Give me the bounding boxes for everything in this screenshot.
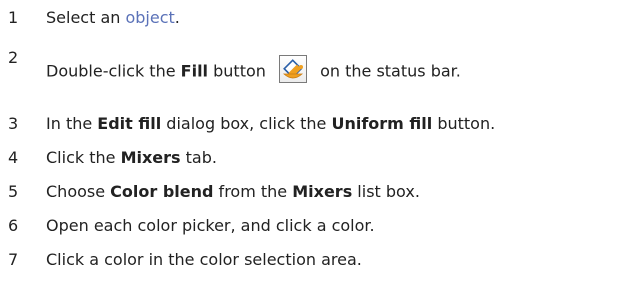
step-text: Choose Color blend from the Mixers list … [46, 182, 420, 202]
step-text-part: list box. [352, 182, 420, 201]
step-text: Click the Mixers tab. [46, 148, 217, 168]
step-number: 2 [8, 48, 19, 67]
step-text-part: dialog box, click the [161, 114, 332, 133]
step-number: 1 [8, 8, 19, 27]
uniform-fill-label: Uniform fill [331, 114, 433, 133]
step-text-part: Choose [46, 182, 111, 201]
fill-bucket-icon[interactable] [279, 55, 307, 83]
step-text: In the Edit fill dialog box, click the U… [46, 114, 495, 134]
edit-fill-label: Edit fill [97, 114, 162, 133]
mixers-tab-label: Mixers [120, 148, 181, 167]
step-text-part: button. [432, 114, 496, 133]
step-number: 5 [8, 182, 19, 201]
step-text-part: from the [213, 182, 293, 201]
step-number: 6 [8, 216, 19, 235]
step-number: 4 [8, 148, 19, 167]
step-text-part: Select an [46, 8, 126, 27]
step-text-part: on the status bar. [315, 61, 461, 81]
step-text: Click a color in the color selection are… [46, 250, 362, 269]
step-number: 3 [8, 114, 19, 133]
step-text-part: . [174, 8, 180, 27]
step-text-part: Click the [46, 148, 121, 167]
step-text-part: Double-click the [46, 61, 181, 81]
step-text: Select an object. [46, 8, 180, 28]
step-text-part: button [208, 61, 271, 81]
step-text: Double-click the Fill button on the stat… [46, 55, 461, 86]
fill-label: Fill [180, 61, 209, 81]
mixers-list-label: Mixers [292, 182, 353, 201]
step-text-part: tab. [180, 148, 217, 167]
step-text: Open each color picker, and click a colo… [46, 216, 375, 235]
step-number: 7 [8, 250, 19, 269]
color-blend-label: Color blend [110, 182, 214, 201]
procedure-steps: 1 Select an object. 2 Double-click the F… [0, 0, 620, 284]
step-text-part: In the [46, 114, 98, 133]
object-link[interactable]: object [125, 8, 174, 27]
